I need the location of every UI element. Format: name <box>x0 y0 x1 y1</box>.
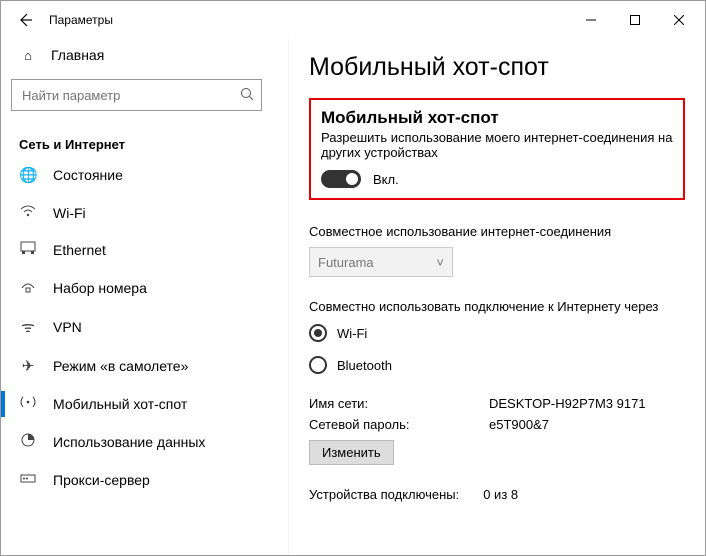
share-via-label: Совместно использовать подключение к Инт… <box>309 299 685 314</box>
datausage-icon <box>19 433 37 451</box>
sidebar-category: Сеть и Интернет <box>1 127 276 156</box>
status-icon: 🌐 <box>19 166 37 184</box>
sidebar-item-status[interactable]: 🌐 Состояние <box>1 156 276 194</box>
sidebar-item-label: Мобильный хот-спот <box>53 396 187 412</box>
hotspot-desc: Разрешить использование моего интернет-с… <box>321 130 673 160</box>
search-input[interactable] <box>11 79 262 111</box>
maximize-button[interactable] <box>613 1 657 39</box>
radio-icon <box>309 324 327 342</box>
sidebar-home-label: Главная <box>51 47 104 63</box>
devices-value: 0 из 8 <box>483 487 518 502</box>
network-password-value: e5T900&7 <box>489 417 549 432</box>
window-title: Параметры <box>45 13 113 27</box>
share-connection-label: Совместное использование интернет-соедин… <box>309 224 685 239</box>
content: Мобильный хот-спот Мобильный хот-спот Ра… <box>289 39 705 555</box>
vpn-icon: ᯤ <box>19 317 37 337</box>
close-button[interactable] <box>657 1 701 39</box>
sidebar-item-label: Wi-Fi <box>53 205 86 221</box>
devices-label: Устройства подключены: <box>309 487 459 502</box>
radio-wifi-label: Wi-Fi <box>337 326 367 341</box>
radio-bluetooth[interactable]: Bluetooth <box>309 356 685 374</box>
home-icon: ⌂ <box>19 48 37 63</box>
share-connection-block: Совместное использование интернет-соедин… <box>309 224 685 277</box>
network-name-label: Имя сети: <box>309 396 489 411</box>
hotspot-title: Мобильный хот-спот <box>321 108 673 128</box>
devices-row: Устройства подключены: 0 из 8 <box>309 487 685 502</box>
sidebar-item-label: VPN <box>53 319 82 335</box>
radio-wifi[interactable]: Wi-Fi <box>309 324 685 342</box>
radio-icon <box>309 356 327 374</box>
sidebar: ⌂ Главная Сеть и Интернет 🌐 Состояние Wi… <box>1 39 289 555</box>
sidebar-item-label: Использование данных <box>53 434 205 450</box>
sidebar-item-airplane[interactable]: ✈ Режим «в самолете» <box>1 347 276 385</box>
ethernet-icon <box>19 241 37 259</box>
sidebar-item-datausage[interactable]: Использование данных <box>1 423 276 461</box>
radio-bluetooth-label: Bluetooth <box>337 358 392 373</box>
hotspot-toggle-state: Вкл. <box>373 172 399 187</box>
network-password-label: Сетевой пароль: <box>309 417 489 432</box>
hotspot-section-highlight: Мобильный хот-спот Разрешить использован… <box>309 98 685 200</box>
sidebar-item-vpn[interactable]: ᯤ VPN <box>1 307 276 347</box>
sidebar-item-hotspot[interactable]: Мобильный хот-спот <box>1 385 276 423</box>
share-via-block: Совместно использовать подключение к Инт… <box>309 299 685 374</box>
sidebar-item-proxy[interactable]: Прокси-сервер <box>1 461 276 499</box>
airplane-icon: ✈ <box>19 357 37 375</box>
wifi-icon <box>19 204 37 221</box>
sidebar-item-ethernet[interactable]: Ethernet <box>1 231 276 269</box>
sidebar-item-label: Набор номера <box>53 280 147 296</box>
minimize-button[interactable] <box>569 1 613 39</box>
share-connection-value: Futurama <box>318 255 374 270</box>
sidebar-item-label: Состояние <box>53 167 123 183</box>
back-button[interactable] <box>5 1 45 39</box>
network-info-block: Имя сети: DESKTOP-H92P7M3 9171 Сетевой п… <box>309 396 685 465</box>
sidebar-item-wifi[interactable]: Wi-Fi <box>1 194 276 231</box>
toggle-switch-icon <box>321 170 361 188</box>
search-wrap <box>11 79 262 111</box>
titlebar: Параметры <box>1 1 705 39</box>
network-name-value: DESKTOP-H92P7M3 9171 <box>489 396 646 411</box>
share-connection-select[interactable]: Futurama ˅ <box>309 247 453 277</box>
change-button[interactable]: Изменить <box>309 440 394 465</box>
hotspot-icon <box>19 395 37 413</box>
sidebar-item-label: Прокси-сервер <box>53 472 150 488</box>
sidebar-item-label: Режим «в самолете» <box>53 358 188 374</box>
proxy-icon <box>19 471 37 489</box>
arrow-left-icon <box>17 12 33 28</box>
hotspot-toggle[interactable]: Вкл. <box>321 170 673 188</box>
chevron-down-icon: ˅ <box>436 255 444 270</box>
sidebar-item-label: Ethernet <box>53 242 106 258</box>
sidebar-item-dialup[interactable]: Набор номера <box>1 269 276 307</box>
sidebar-home[interactable]: ⌂ Главная <box>1 39 276 79</box>
search-icon <box>240 87 254 104</box>
page-title: Мобильный хот-спот <box>309 53 685 82</box>
dialup-icon <box>19 279 37 297</box>
